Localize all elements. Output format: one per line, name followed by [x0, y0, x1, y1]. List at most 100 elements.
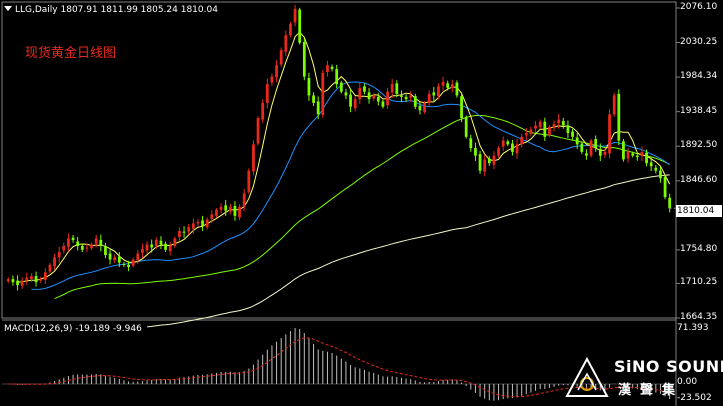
candle-body: [187, 227, 191, 232]
candle-body: [487, 158, 491, 164]
candle-body: [492, 155, 496, 165]
candle-body: [330, 66, 334, 70]
candle-body: [441, 81, 445, 86]
candle-body: [390, 84, 394, 93]
candle-body: [353, 99, 357, 109]
price-label: 2076.10: [680, 2, 718, 12]
candle-body: [43, 272, 47, 280]
candle-body: [30, 276, 33, 280]
dropdown-triangle-icon[interactable]: [4, 6, 12, 11]
candle-body: [99, 239, 103, 246]
candle-body: [312, 95, 315, 103]
candle-body: [71, 237, 75, 240]
candle-body: [464, 117, 468, 137]
candle-body: [608, 114, 611, 154]
candle-body: [450, 84, 454, 88]
candle-body: [626, 151, 630, 159]
candle-body: [501, 140, 505, 147]
candle-body: [39, 279, 43, 281]
candle-body: [511, 143, 514, 152]
candle-body: [242, 193, 246, 207]
candle-body: [617, 93, 621, 141]
candle-body: [265, 84, 269, 103]
candle-body: [520, 136, 524, 145]
chart-title: 现货黄金日线图: [25, 46, 117, 61]
candle-body: [316, 101, 320, 115]
candle-body: [349, 94, 352, 107]
candle-body: [228, 206, 232, 212]
candle-body: [122, 264, 126, 266]
candle-body: [413, 96, 417, 107]
candle-body: [53, 257, 56, 267]
candle-body: [529, 129, 533, 134]
candle-body: [339, 82, 343, 92]
candle-body: [219, 206, 223, 210]
ma-fast-line: [17, 31, 671, 283]
candle-body: [141, 248, 144, 253]
candle-body: [548, 127, 551, 136]
candle-body: [113, 257, 117, 261]
candle-body: [307, 78, 311, 96]
candle-body: [437, 86, 440, 97]
candle-body: [238, 206, 241, 218]
candle-body: [210, 214, 214, 219]
candle-body: [372, 95, 376, 99]
candle-body: [455, 82, 459, 96]
candle-body: [654, 167, 658, 171]
candle-body: [261, 102, 265, 120]
candle-body: [585, 153, 588, 156]
symbol-header: LLG,Daily 1807.91 1811.99 1805.24 1810.0…: [4, 5, 218, 15]
candle-body: [649, 162, 653, 167]
candle-body: [566, 125, 570, 134]
price-label: 1710.25: [680, 277, 718, 288]
candle-body: [104, 245, 107, 256]
candle-body: [446, 83, 450, 88]
candle-body: [117, 256, 121, 263]
candle-body: [11, 279, 15, 283]
candle-body: [640, 151, 644, 156]
candle-body: [136, 253, 140, 261]
candle-body: [571, 131, 574, 137]
price-label: 1984.34: [680, 71, 718, 82]
candle-body: [598, 148, 602, 156]
candle-body: [150, 244, 154, 248]
candle-body: [321, 72, 325, 115]
candle-body: [543, 121, 547, 137]
candle-body: [524, 133, 528, 136]
candle-body: [293, 8, 297, 23]
candle-body: [252, 144, 255, 172]
candle-body: [90, 244, 93, 249]
logo-brand: SiNO SOUND: [614, 357, 723, 376]
candle-body: [16, 280, 19, 286]
candle-body: [409, 95, 413, 98]
candle-body: [594, 139, 598, 149]
candle-body: [168, 245, 172, 252]
candle-body: [432, 92, 436, 96]
candle-body: [34, 276, 38, 283]
candle-body: [663, 176, 667, 198]
candle-body: [645, 152, 648, 164]
current-price-tag: 1810.04: [676, 205, 722, 217]
candle-body: [279, 50, 283, 65]
candle-body: [469, 138, 473, 149]
candle-body: [178, 230, 181, 237]
candle-body: [298, 9, 302, 43]
candle-body: [575, 137, 579, 145]
candle-body: [57, 252, 61, 258]
candle-body: [506, 141, 510, 145]
candle-body: [275, 65, 278, 78]
price-label: 1938.45: [680, 105, 718, 116]
candle-body: [80, 245, 84, 250]
candle-body: [302, 41, 306, 77]
candle-body: [603, 151, 607, 155]
candle-body: [284, 35, 288, 52]
sino-sound-logo: SiNO SOUND 漢聲集: [560, 352, 723, 406]
candle-body: [20, 280, 24, 286]
candle-body: [515, 144, 519, 154]
candle-body: [497, 148, 500, 156]
candle-body: [395, 83, 399, 94]
candle-body: [381, 101, 385, 107]
candle-body: [635, 155, 639, 158]
candle-body: [233, 206, 237, 216]
candle-body: [76, 241, 80, 246]
